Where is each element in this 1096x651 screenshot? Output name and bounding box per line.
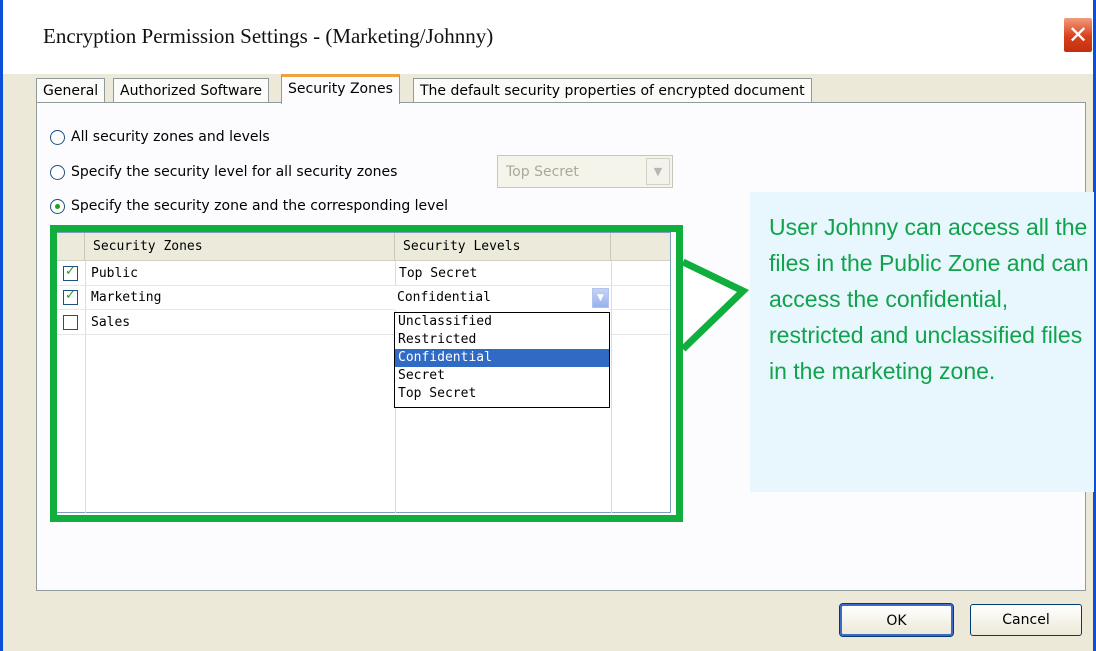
level-select: Top Secret ▼: [497, 155, 673, 188]
ok-button[interactable]: OK: [839, 603, 954, 637]
table-row[interactable]: Public Top Secret: [57, 262, 670, 286]
row-checkbox[interactable]: [63, 315, 78, 330]
tab-security-zones[interactable]: Security Zones: [281, 74, 400, 104]
header-security-zones[interactable]: Security Zones: [85, 233, 395, 260]
zone-cell: Marketing: [91, 290, 162, 305]
option-all-zones-label: All security zones and levels: [71, 129, 270, 145]
level-dropdown-list: Unclassified Restricted Confidential Sec…: [394, 312, 610, 408]
title-bar: Encryption Permission Settings - (Market…: [3, 0, 1093, 74]
option-specify-level[interactable]: Specify the security level for all secur…: [50, 162, 397, 182]
level-select-value: Top Secret: [506, 164, 579, 180]
dropdown-option-selected[interactable]: Confidential: [395, 349, 609, 367]
callout-text: User Johnny can access all the files in …: [769, 214, 1089, 384]
radio-specify-level[interactable]: [50, 164, 65, 180]
radio-specify-zone[interactable]: [50, 198, 65, 214]
level-cell[interactable]: Top Secret: [399, 262, 477, 286]
level-combo-value: Confidential: [397, 290, 491, 305]
radio-all-zones[interactable]: [50, 129, 65, 145]
header-check-column: [57, 233, 85, 260]
dropdown-option[interactable]: Top Secret: [395, 385, 609, 403]
row-checkbox[interactable]: [63, 264, 78, 281]
tab-default-security-properties[interactable]: The default security properties of encry…: [413, 78, 812, 104]
option-specify-level-label: Specify the security level for all secur…: [71, 164, 398, 180]
chevron-down-icon[interactable]: ▼: [592, 288, 609, 308]
tab-authorized-software[interactable]: Authorized Software: [113, 78, 270, 104]
header-security-levels[interactable]: Security Levels: [395, 233, 611, 260]
dropdown-option[interactable]: Unclassified: [395, 313, 609, 331]
window-title: Encryption Permission Settings - (Market…: [43, 24, 494, 48]
row-checkbox[interactable]: [63, 288, 78, 305]
zone-cell: Sales: [91, 315, 131, 330]
dropdown-option[interactable]: Secret: [395, 367, 609, 385]
level-combo[interactable]: Confidential ▼: [395, 286, 609, 310]
zone-cell: Public: [91, 266, 138, 281]
close-icon: ✕: [1067, 21, 1089, 49]
option-specify-zone-label: Specify the security zone and the corres…: [71, 198, 448, 214]
cancel-button[interactable]: Cancel: [970, 604, 1082, 636]
callout-box: User Johnny can access all the files in …: [750, 192, 1094, 492]
tab-general[interactable]: General: [36, 78, 106, 104]
option-specify-zone[interactable]: Specify the security zone and the corres…: [50, 196, 448, 216]
close-button[interactable]: ✕: [1063, 17, 1093, 53]
chevron-down-icon: ▼: [646, 158, 670, 185]
option-all-zones[interactable]: All security zones and levels: [50, 127, 270, 147]
grid-header: Security Zones Security Levels: [57, 233, 670, 261]
dropdown-option[interactable]: Restricted: [395, 331, 609, 349]
